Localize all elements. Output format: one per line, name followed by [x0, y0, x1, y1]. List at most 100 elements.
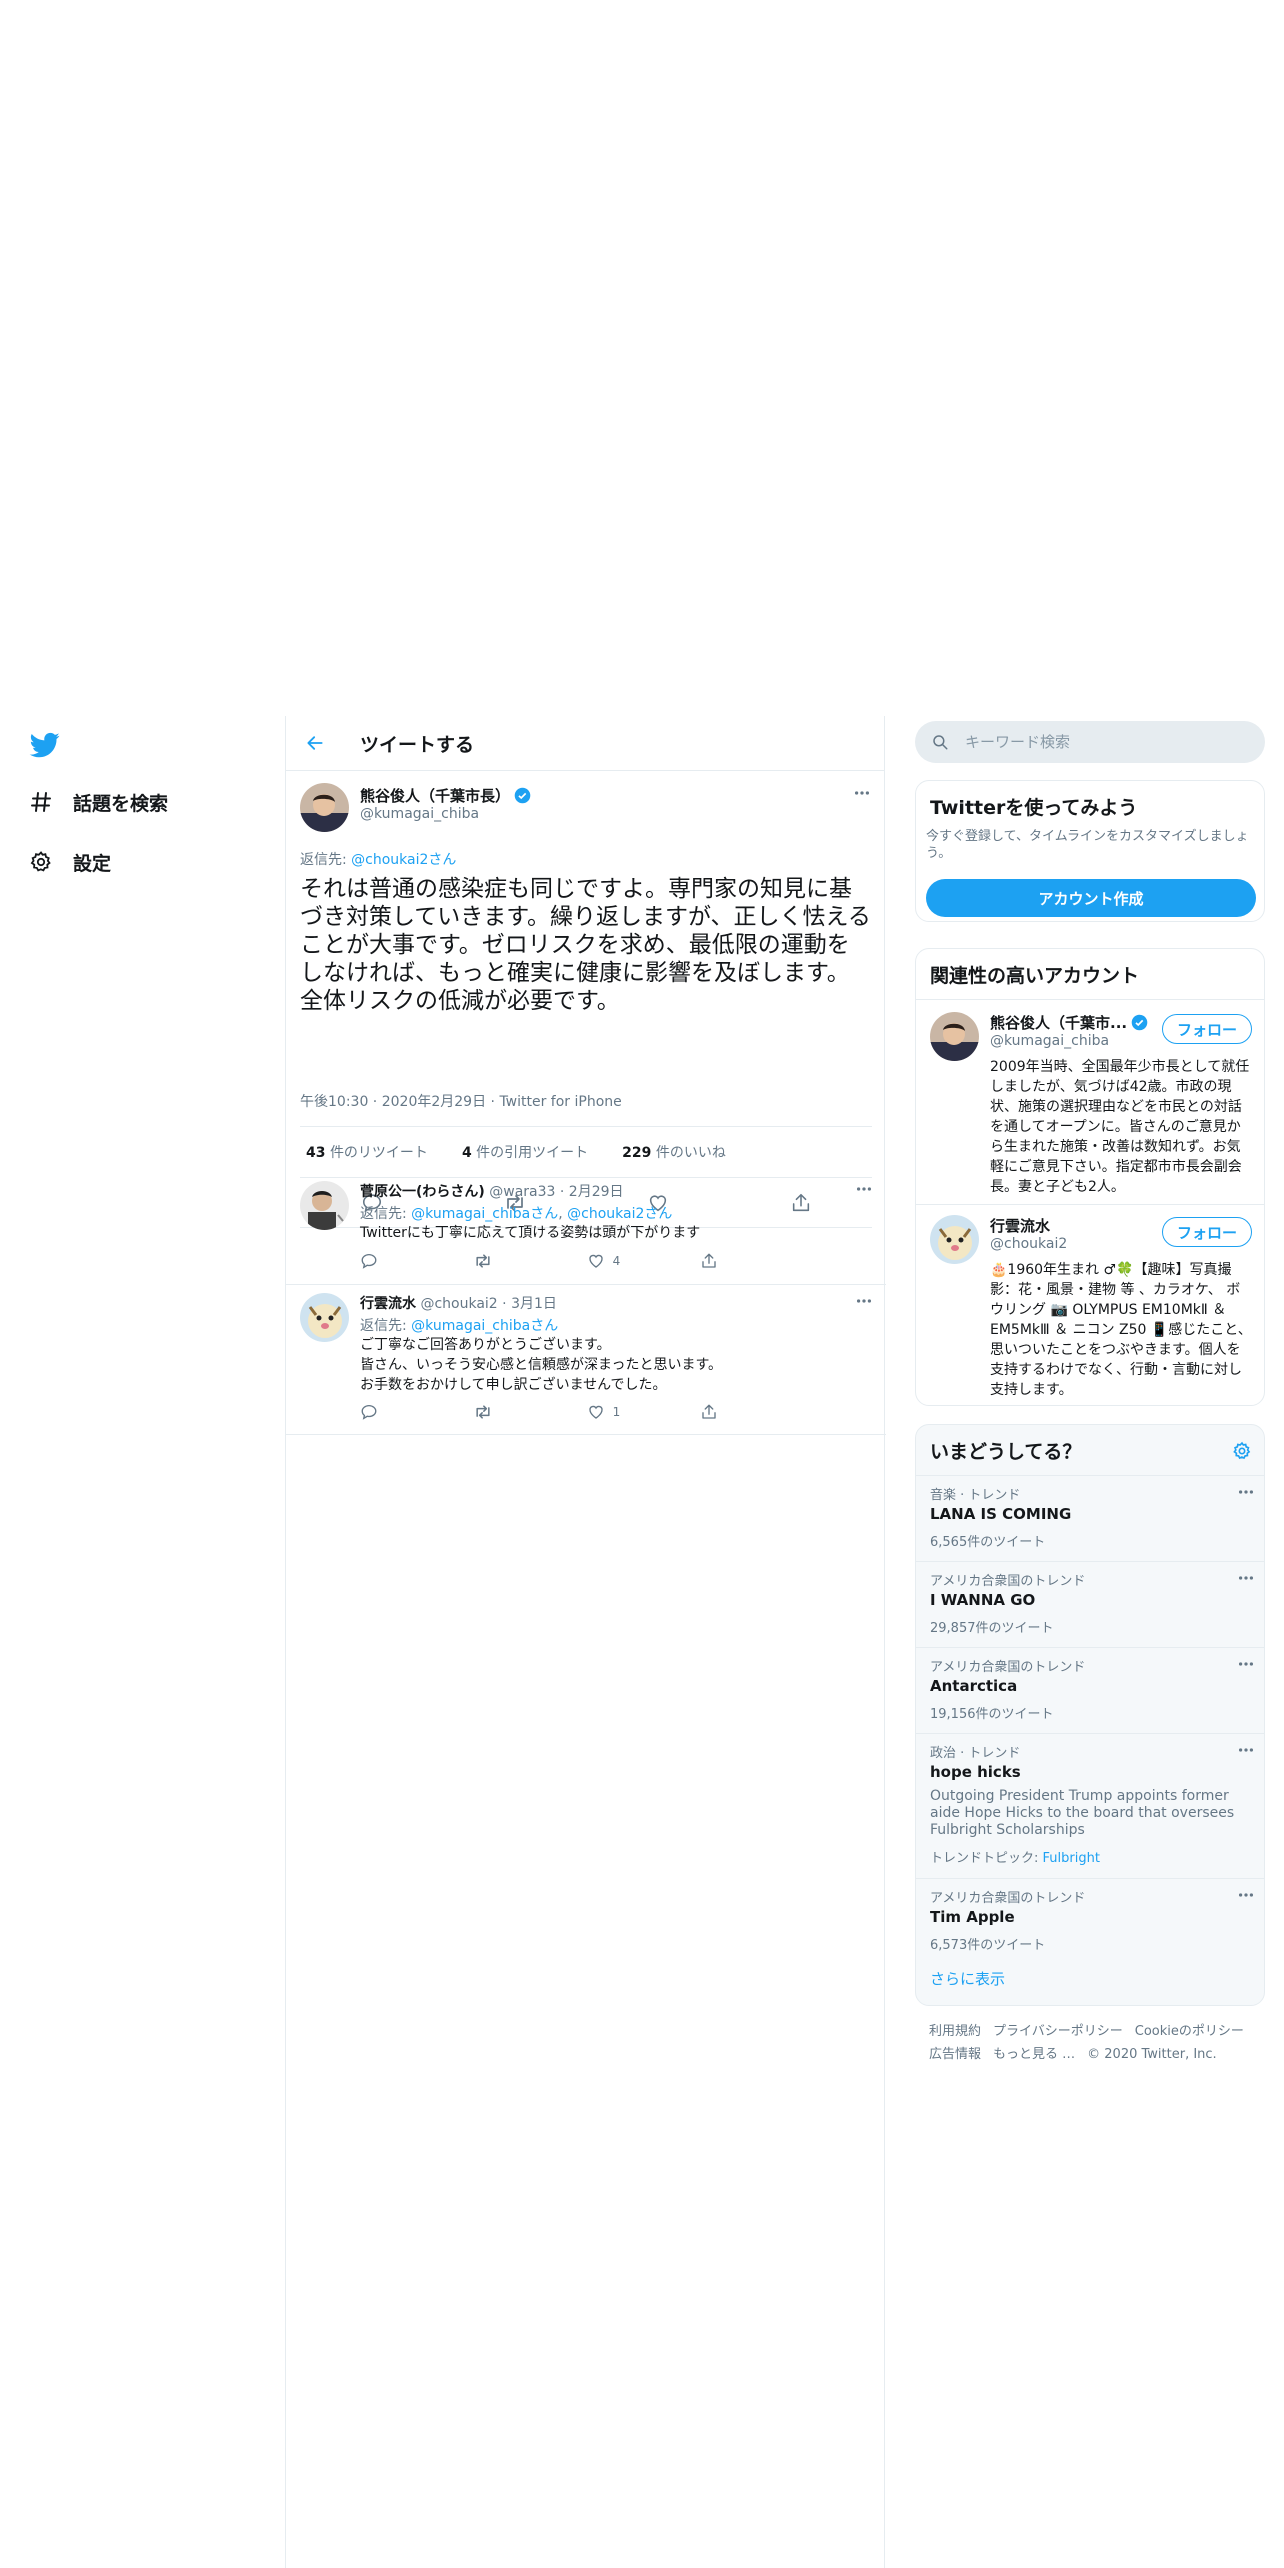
signup-subtitle: 今すぐ登録して、タイムラインをカスタマイズしましょう。 [926, 829, 1249, 861]
author-name[interactable]: 行雲流水 [360, 1296, 416, 1312]
trend-name: Antarctica [930, 1677, 1018, 1695]
reply-to-link[interactable]: @kumagai_chibaさん [411, 1206, 558, 1222]
more-options-icon[interactable] [852, 783, 872, 803]
search-bar[interactable] [915, 721, 1265, 763]
share-icon[interactable] [700, 1402, 790, 1422]
trend-name: I WANNA GO [930, 1591, 1036, 1609]
author-handle[interactable]: @choukai2 [420, 1296, 497, 1312]
verified-badge-icon [514, 787, 531, 804]
tweet-date[interactable]: 2月29日 [569, 1184, 624, 1200]
nav-explore-label: 話題を検索 [73, 792, 169, 815]
gear-icon [28, 849, 54, 875]
retweet-icon[interactable] [473, 1402, 563, 1422]
footer-link[interactable]: プライバシーポリシー [993, 2024, 1123, 2039]
signup-card: Twitterを使ってみよう 今すぐ登録して、タイムラインをカスタマイズしましょ… [915, 780, 1265, 922]
copyright: © 2020 Twitter, Inc. [1087, 2047, 1217, 2062]
trend-item[interactable]: 音楽 · トレンド LANA IS COMING 6,565件のツイート [916, 1475, 1264, 1561]
account-handle: @kumagai_chiba [990, 1033, 1110, 1049]
tweet-meta: 午後10:30 · 2020年2月29日 · Twitter for iPhon… [300, 1094, 622, 1110]
nav-explore[interactable]: 話題を検索 [28, 782, 168, 822]
more-options-icon[interactable] [1236, 1482, 1256, 1502]
more-options-icon[interactable] [1236, 1654, 1256, 1674]
share-icon[interactable] [700, 1251, 790, 1271]
reply-to-link[interactable]: @kumagai_chibaさん [411, 1318, 558, 1334]
create-account-button[interactable]: アカウント作成 [926, 879, 1256, 917]
trend-topic-link[interactable]: Fulbright [1043, 1851, 1100, 1866]
tweet-stats: 43 件のリツイート 4 件の引用ツイート 229 件のいいね [300, 1126, 872, 1178]
like-heart-icon[interactable]: 4 [587, 1251, 677, 1271]
who-to-follow-card: 関連性の高いアカウント 熊谷俊人（千葉市... @kumagai_chiba フ… [915, 948, 1265, 1406]
verified-badge-icon [1131, 1014, 1148, 1031]
footer-link[interactable]: 利用規約 [929, 2024, 981, 2039]
reply-context: 返信先: @kumagai_chibaさん [360, 1318, 559, 1334]
like-count[interactable]: 229 件のいいね [622, 1142, 726, 1162]
trend-context: 音楽 · トレンド [930, 1488, 1021, 1503]
author-handle[interactable]: @wara33 [489, 1184, 555, 1200]
gear-icon[interactable] [1232, 1441, 1252, 1461]
avatar[interactable] [930, 1215, 979, 1264]
reply-tweet[interactable]: 行雲流水 @choukai2 · 3月1日 返信先: @kumagai_chib… [286, 1285, 886, 1435]
suggested-account[interactable]: 熊谷俊人（千葉市... @kumagai_chiba フォロー 2009年当時、… [916, 999, 1264, 1204]
trend-context: アメリカ合衆国のトレンド [930, 1891, 1086, 1906]
trend-description: Outgoing President Trump appoints former… [930, 1788, 1235, 1838]
main-column: ツイートする 熊谷俊人（千葉市長） @kumagai_chiba 返信先: @c… [285, 716, 886, 2568]
reply-tweet[interactable]: 菅原公一(わらさん) @wara33 · 2月29日 返信先: @kumagai… [286, 1173, 886, 1285]
trends-card: いまどうしてる？ 音楽 · トレンド LANA IS COMING 6,565件… [915, 1424, 1265, 2006]
follow-button[interactable]: フォロー [1162, 1014, 1252, 1044]
author-name[interactable]: 熊谷俊人（千葉市長） [360, 785, 531, 806]
trend-item[interactable]: アメリカ合衆国のトレンド Antarctica 19,156件のツイート [916, 1647, 1264, 1733]
more-options-icon[interactable] [1236, 1568, 1256, 1588]
avatar[interactable] [300, 1293, 349, 1342]
account-name: 行雲流水 [990, 1217, 1051, 1235]
trend-item[interactable]: 政治 · トレンド hope hicks Outgoing President … [916, 1733, 1264, 1878]
reply-icon[interactable] [360, 1251, 450, 1271]
nav-settings-label: 設定 [73, 852, 112, 875]
trend-count: 6,573件のツイート [930, 1938, 1046, 1953]
search-input[interactable] [965, 733, 1245, 751]
footer-link[interactable]: 広告情報 [929, 2047, 981, 2062]
avatar[interactable] [300, 783, 349, 832]
tweet-text: それは普通の感染症も同じですよ。専門家の知見に基づき対策していきます。繰り返しま… [300, 876, 871, 1014]
more-options-icon[interactable] [854, 1179, 874, 1199]
retweet-icon[interactable] [473, 1251, 563, 1271]
like-count: 1 [612, 1405, 621, 1419]
author-handle[interactable]: @kumagai_chiba [360, 806, 479, 822]
trend-item[interactable]: アメリカ合衆国のトレンド Tim Apple 6,573件のツイート [916, 1878, 1264, 1964]
suggested-account[interactable]: 行雲流水 @choukai2 フォロー 🎂1960年生まれ ♂🍀【趣味】写真撮影… [916, 1204, 1264, 1405]
back-arrow-icon[interactable] [300, 728, 330, 758]
footer-link[interactable]: もっと見る … [993, 2047, 1075, 2062]
account-bio: 2009年当時、全国最年少市長として就任しましたが、気づけば42歳。市政の現状、… [990, 1059, 1250, 1195]
more-options-icon[interactable] [854, 1291, 874, 1311]
search-icon [933, 735, 948, 750]
nav-settings[interactable]: 設定 [28, 842, 111, 882]
tweet-time[interactable]: 午後10:30 [300, 1094, 368, 1110]
avatar[interactable] [930, 1012, 979, 1061]
retweet-count[interactable]: 43 件のリツイート [306, 1142, 428, 1162]
more-options-icon[interactable] [1236, 1740, 1256, 1760]
trend-item[interactable]: アメリカ合衆国のトレンド I WANNA GO 29,857件のツイート [916, 1561, 1264, 1647]
show-more-link[interactable]: さらに表示 [930, 1968, 1005, 1989]
reply-icon[interactable] [360, 1402, 450, 1422]
quote-count[interactable]: 4 件の引用ツイート [462, 1142, 588, 1162]
tweet-actions: 4 [360, 1251, 790, 1271]
who-to-follow-title: 関連性の高いアカウント [930, 965, 1140, 987]
author-name[interactable]: 菅原公一(わらさん) [360, 1184, 485, 1200]
trend-count: 19,156件のツイート [930, 1707, 1054, 1722]
trend-context: アメリカ合衆国のトレンド [930, 1574, 1086, 1589]
tweet-date[interactable]: 2020年2月29日 [382, 1094, 486, 1110]
reply-to-link[interactable]: @choukai2さん [567, 1206, 672, 1222]
trend-name: hope hicks [930, 1763, 1021, 1781]
avatar[interactable] [300, 1181, 349, 1230]
trends-title: いまどうしてる？ [930, 1441, 1082, 1463]
page-title: ツイートする [360, 733, 475, 756]
trend-name: Tim Apple [930, 1908, 1015, 1926]
footer: 利用規約 プライバシーポリシー Cookieのポリシー 広告情報 もっと見る … © 2… [929, 2020, 1259, 2066]
like-heart-icon[interactable]: 1 [587, 1402, 677, 1422]
reply-to-link[interactable]: @choukai2さん [351, 852, 456, 868]
follow-button[interactable]: フォロー [1162, 1217, 1252, 1247]
twitter-logo-icon[interactable] [28, 730, 62, 760]
tweet-source[interactable]: Twitter for iPhone [499, 1094, 621, 1110]
more-options-icon[interactable] [1236, 1885, 1256, 1905]
footer-link[interactable]: Cookieのポリシー [1135, 2024, 1244, 2039]
tweet-date[interactable]: 3月1日 [511, 1296, 557, 1312]
